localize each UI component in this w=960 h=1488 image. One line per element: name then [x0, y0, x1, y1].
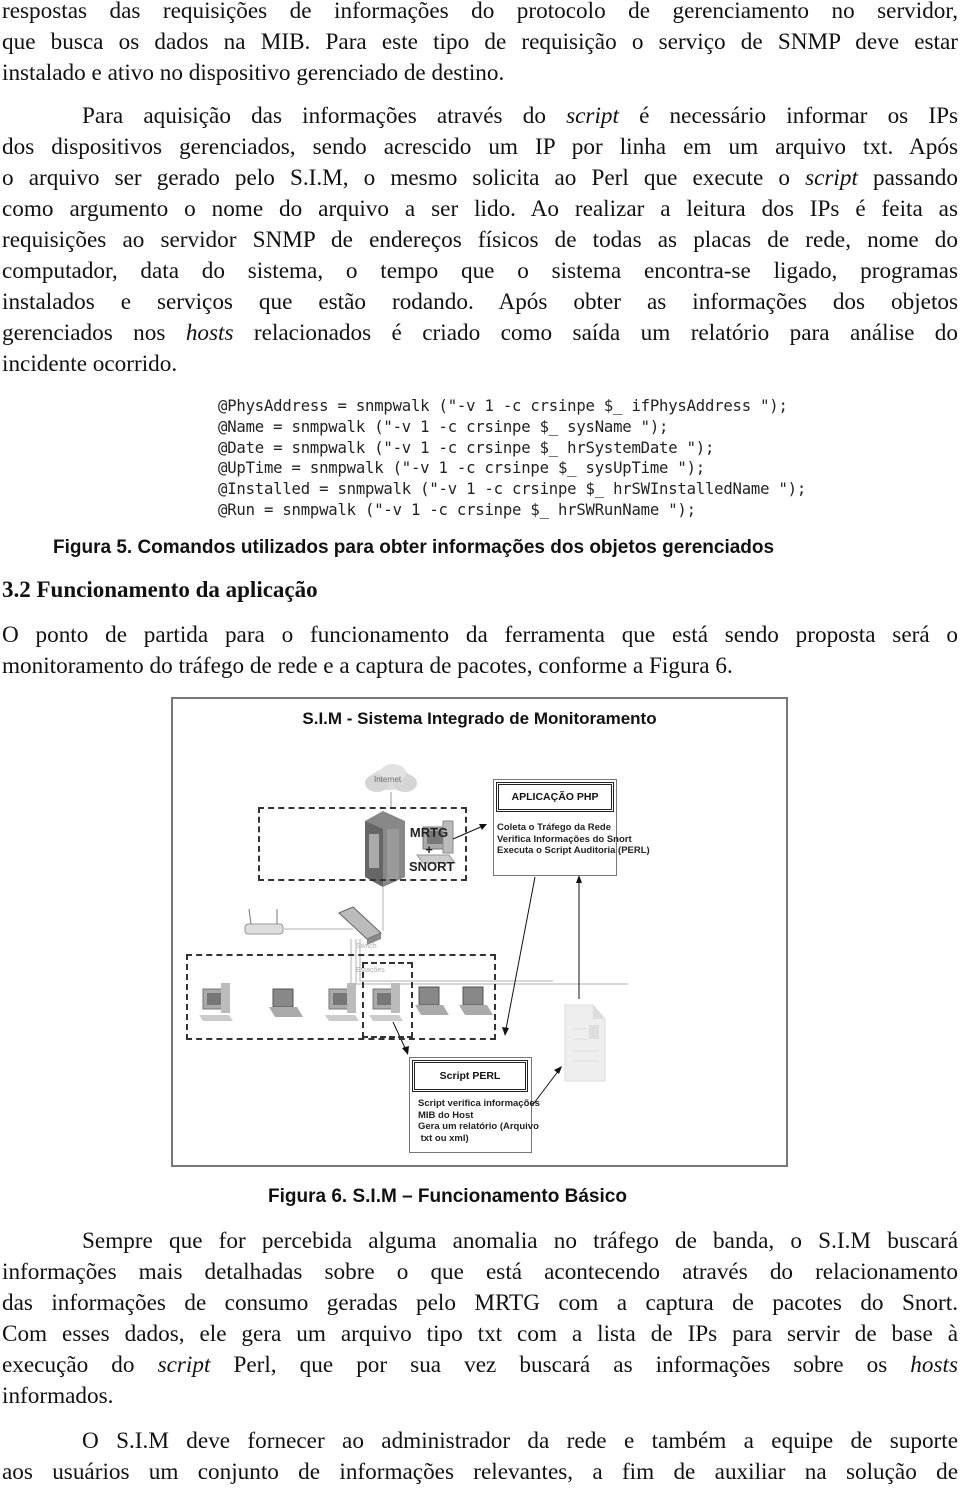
code-line: @Run = snmpwalk ("-v 1 -c crsinpe $_ hrS…	[218, 500, 696, 519]
text-line: informações mais detalhadas sobre o que …	[2, 1259, 958, 1285]
code-line: @Date = snmpwalk ("-v 1 -c crsinpe $_ hr…	[218, 438, 715, 457]
text-line: informados.	[2, 1383, 114, 1409]
code-line: @UpTime = snmpwalk ("-v 1 -c crsinpe $_ …	[218, 459, 705, 478]
perl-box-text: Script verifica informações MIB do Host …	[418, 1098, 540, 1144]
text-line: gerenciados nos hosts relacionados é cri…	[2, 318, 958, 349]
paragraph-intro: respostas das requisições de informações…	[2, 0, 958, 89]
switch-label: Switch	[356, 943, 377, 950]
emphasis: hosts	[185, 320, 234, 346]
text-line: aos usuários um conjunto de informações …	[2, 1459, 958, 1485]
section-heading: 3.2 Funcionamento da aplicação	[2, 577, 318, 602]
text-line: Sempre que for percebida alguma anomalia…	[82, 1228, 958, 1254]
emphasis: script	[157, 1352, 211, 1378]
perl-script-box: Script PERL Script verifica informações …	[409, 1057, 540, 1153]
perl-box-line: Script verifica informações	[418, 1098, 540, 1109]
snort-label: SNORT	[409, 859, 455, 874]
paragraph-section-intro: O ponto de partida para o funcionamento …	[2, 620, 958, 682]
report-document-icon	[564, 1004, 606, 1082]
text-line: como argumento o nome do arquivo a ser l…	[2, 196, 958, 222]
text-line: dos dispositivos gerenciados, sendo acre…	[2, 134, 958, 160]
text-run: passando	[857, 165, 958, 191]
code-line: @Name = snmpwalk ("-v 1 -c crsinpe $_ sy…	[218, 417, 669, 436]
text-line: que busca os dados na MIB. Para este tip…	[2, 29, 958, 55]
emphasis: script	[566, 103, 619, 129]
text-run: o arquivo ser gerado pelo S.I.M, o mesmo…	[2, 165, 806, 191]
text-line: respostas das requisições de informações…	[2, 0, 958, 24]
wireless-router-icon	[244, 908, 284, 935]
perl-box-title: Script PERL	[412, 1060, 528, 1092]
code-snippet-figure: @PhysAddress = snmpwalk ("-v 1 -c crsinp…	[218, 396, 806, 521]
text-line: O S.I.M deve fornecer ao administrador d…	[82, 1428, 958, 1454]
text-line: execução do script Perl, que por sua vez…	[2, 1350, 958, 1381]
code-line: @PhysAddress = snmpwalk ("-v 1 -c crsinp…	[218, 397, 788, 415]
paragraph-anomaly: Sempre que for percebida alguma anomalia…	[2, 1226, 958, 1412]
php-box-line: Verifica Informações do Snort	[497, 833, 632, 845]
php-box-title: APLICAÇÃO PHP	[496, 782, 614, 812]
emphasis: script	[805, 165, 858, 191]
internet-label: Internet	[374, 775, 402, 784]
figure-5-caption: Figura 5. Comandos utilizados para obter…	[53, 537, 775, 558]
plus-label: +	[425, 842, 433, 857]
stations-group-boundary	[186, 954, 496, 1040]
php-box-text: Coleta o Tráfego da Rede Verifica Inform…	[497, 822, 650, 857]
perl-box-line: txt ou xml)	[418, 1132, 469, 1144]
text-line: O ponto de partida para o funcionamento …	[2, 622, 958, 648]
text-line: o arquivo ser gerado pelo S.I.M, o mesmo…	[2, 163, 958, 194]
text-line: computador, data do sistema, o tempo que…	[2, 258, 958, 284]
text-line: instalado e ativo no dispositivo gerenci…	[2, 60, 505, 86]
text-line: incidente ocorrido.	[2, 351, 178, 377]
text-run: execução do	[2, 1352, 158, 1378]
php-box-line: Executa o Script Auditoria (PERL)	[497, 845, 650, 856]
text-line: das informações de consumo geradas pelo …	[2, 1290, 958, 1316]
text-line: monitoramento do tráfego de rede e a cap…	[2, 653, 733, 679]
text-run: relacionados é criado como saída um rela…	[233, 320, 958, 346]
text-run: Para aquisição das informações através d…	[82, 103, 567, 129]
text-line: Para aquisição das informações através d…	[2, 101, 958, 132]
server-label: MRTG + SNORT	[409, 824, 455, 875]
paragraph-script-acquisition: Para aquisição das informações através d…	[2, 101, 958, 380]
text-run: gerenciados nos	[2, 320, 186, 346]
emphasis: hosts	[910, 1352, 958, 1378]
selected-station-boundary	[362, 962, 413, 1038]
perl-box-line: MIB do Host	[418, 1109, 474, 1121]
text-line: Com esses dados, ele gera um arquivo tip…	[2, 1321, 958, 1347]
figure-6-caption: Figura 6. S.I.M – Funcionamento Básico	[268, 1186, 627, 1207]
php-box-line: Coleta o Tráfego da Rede	[497, 822, 612, 833]
php-application-box: APLICAÇÃO PHP Coleta o Tráfego da Rede V…	[493, 779, 650, 876]
figure-6-diagram: S.I.M - Sistema Integrado de Monitoramen…	[171, 697, 788, 1167]
perl-box-line: Gera um relatório (Arquivo	[418, 1121, 539, 1132]
mrtg-label: MRTG	[409, 825, 449, 840]
text-run: é necessário informar os IPs	[618, 103, 958, 129]
text-line: requisições ao servidor SNMP de endereço…	[2, 227, 958, 253]
text-line: instalados e serviços que estão rodando.…	[2, 289, 958, 315]
paragraph-final: O S.I.M deve fornecer ao administrador d…	[2, 1426, 958, 1488]
code-line: @Installed = snmpwalk ("-v 1 -c crsinpe …	[218, 480, 807, 499]
text-run: Perl, que por sua vez buscará as informa…	[210, 1352, 911, 1378]
